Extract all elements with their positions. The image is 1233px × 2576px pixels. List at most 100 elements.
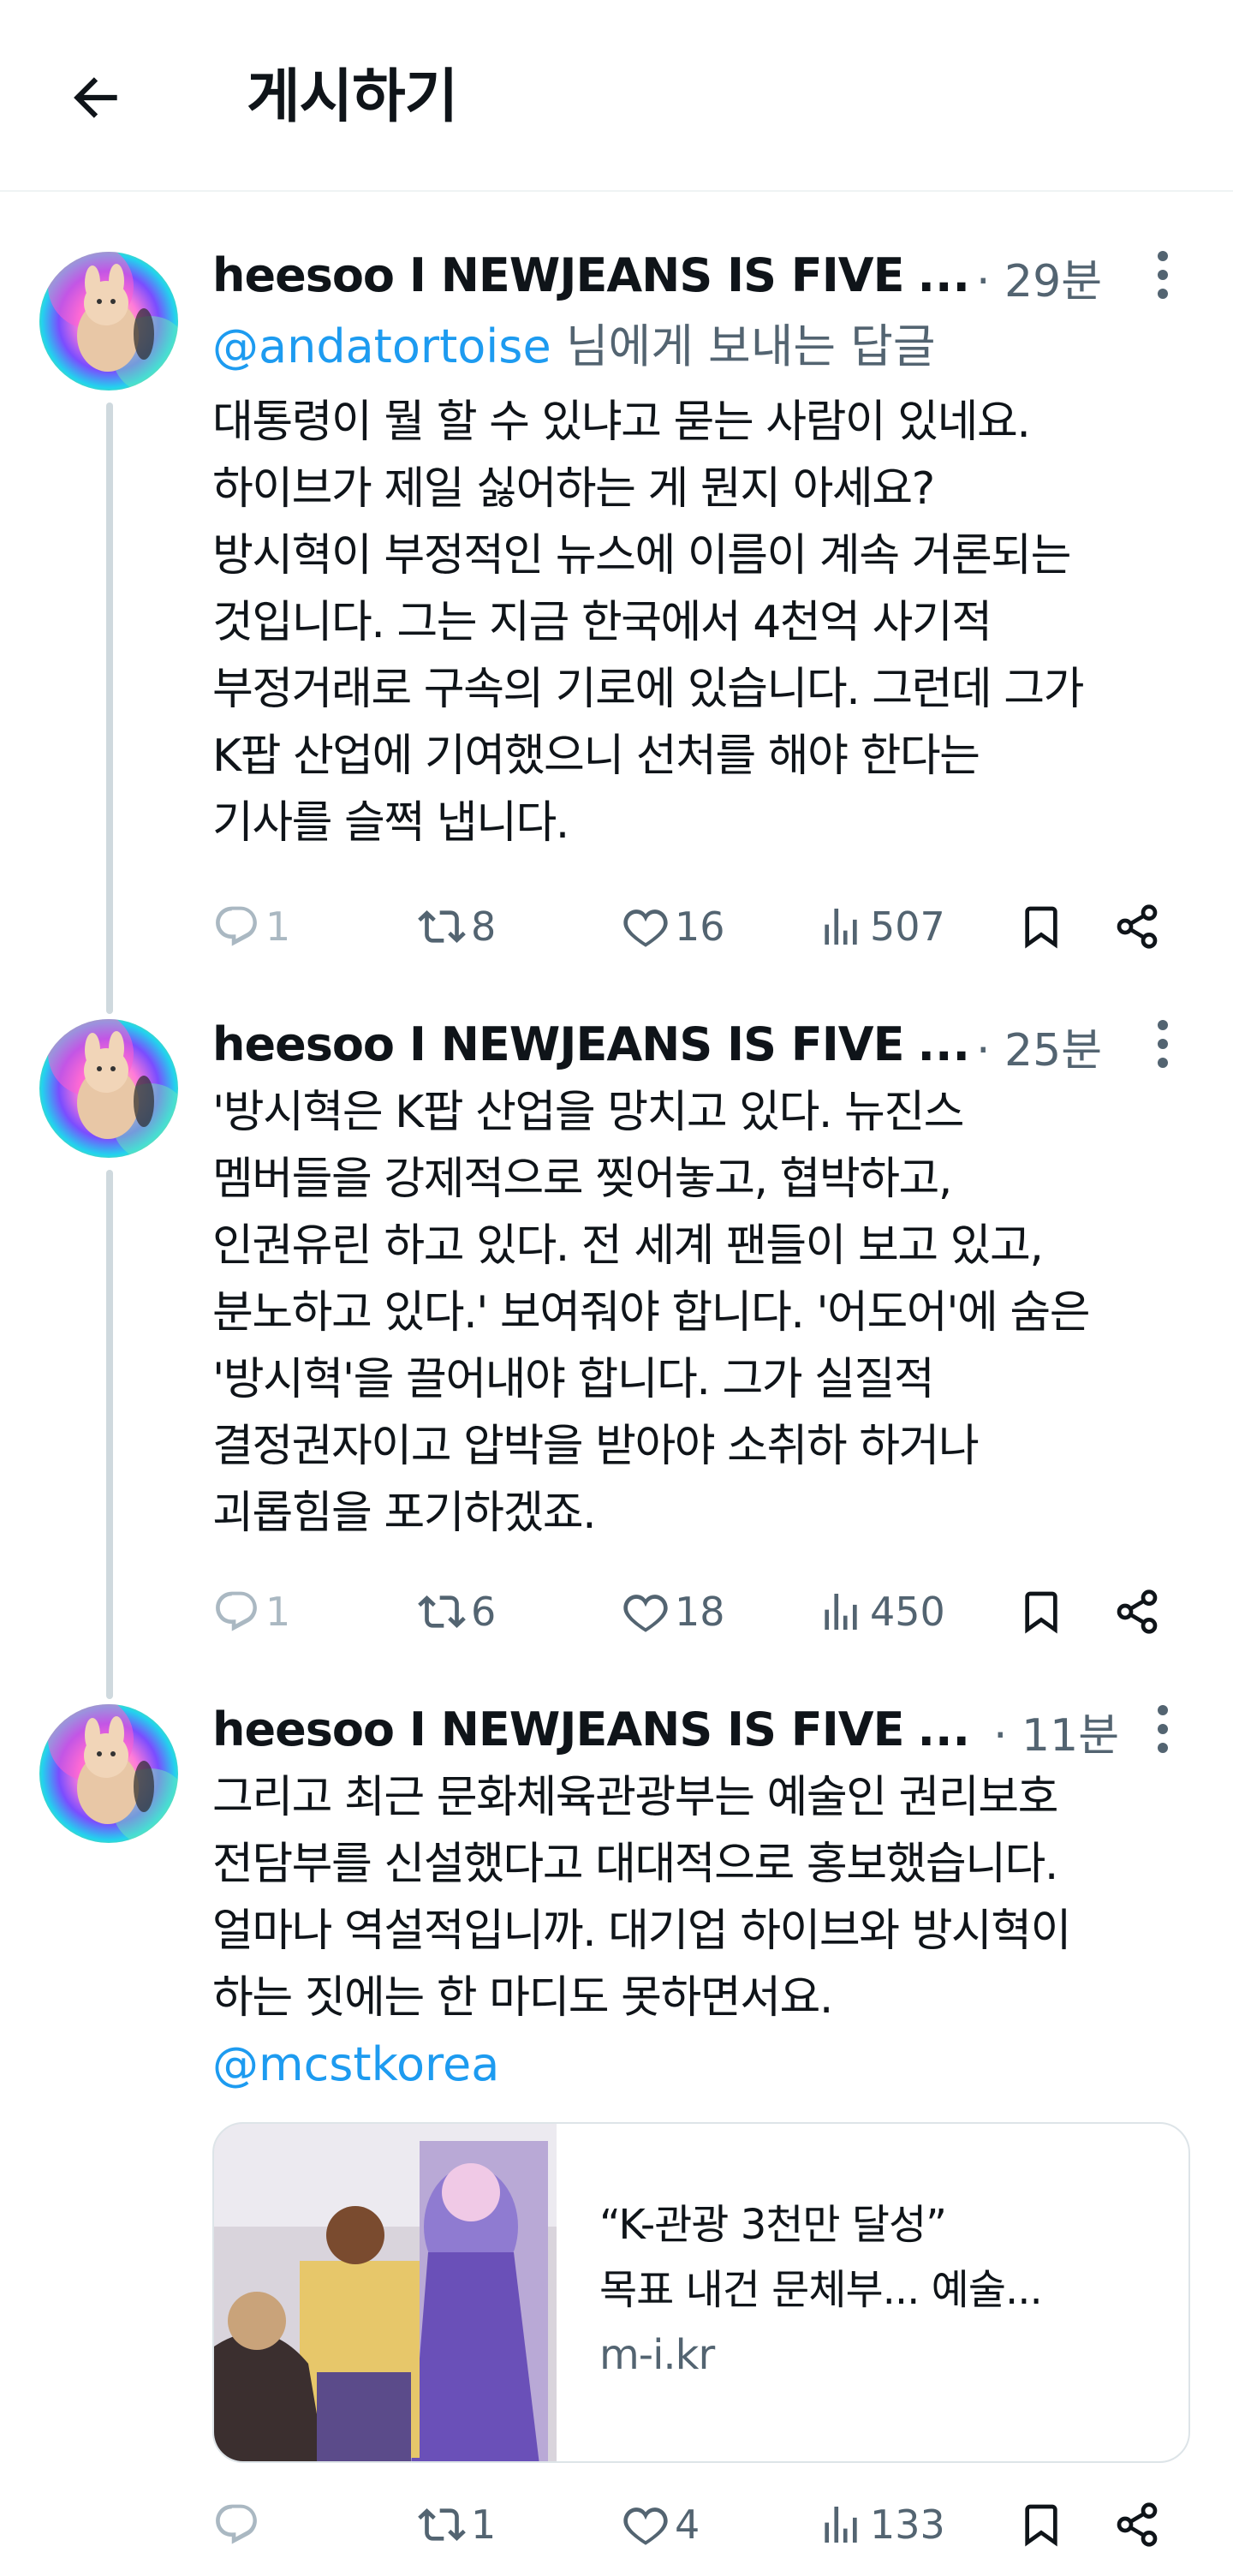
avatar[interactable]: [39, 1704, 178, 1843]
text-line: 그리고 최근 문화체육관광부는 예술인 권리보호: [212, 1772, 1058, 1823]
share-button[interactable]: [1113, 2490, 1161, 2559]
repost-button[interactable]: 8: [418, 892, 496, 961]
reply-button[interactable]: [212, 2490, 265, 2559]
avatar[interactable]: [39, 1019, 178, 1158]
bookmark-icon: [1017, 1588, 1065, 1636]
view-count: 133: [870, 2501, 945, 2548]
text-line: 얼마나 역설적입니까. 대기업 하이브와 방시혁이: [212, 1905, 1071, 1957]
share-icon: [1113, 2501, 1161, 2549]
text-line: 부정거래로 구속의 기로에 있습니다. 그런데 그가: [212, 664, 1084, 715]
post-1[interactable]: heesoo I NEWJEANS IS FIVE ... · 29분 @and…: [0, 192, 1233, 1014]
repost-button[interactable]: 6: [418, 1577, 496, 1646]
dot-icon: [1158, 1058, 1168, 1068]
name-ellipsis: ...: [917, 1702, 971, 1756]
link-domain: m-i.kr: [599, 2331, 715, 2379]
display-name[interactable]: heesoo I NEWJEANS IS FIVE: [212, 1702, 904, 1756]
views-button[interactable]: 450: [817, 1577, 945, 1646]
text-line: 괴롭힘을 포기하겠죠.: [212, 1488, 597, 1539]
post-time[interactable]: · 25분: [976, 1014, 1102, 1078]
text-line: 하는 짓에는 한 마디도 못하면서요.: [212, 1972, 833, 2024]
top-bar: 게시하기: [0, 0, 1233, 192]
more-options-button[interactable]: [1139, 1014, 1187, 1074]
reply-button[interactable]: 1: [212, 892, 290, 961]
back-button[interactable]: [60, 62, 132, 134]
like-button[interactable]: 16: [622, 892, 725, 961]
like-count: 18: [675, 1589, 725, 1635]
text-line: '방시혁'을 끌어내야 합니다. 그가 실질적: [212, 1354, 935, 1405]
text-line: 방시혁이 부정적인 뉴스에 이름이 계속 거론되는: [212, 530, 1071, 581]
text-line: 것입니다. 그는 지금 한국에서 4천억 사기적: [212, 597, 992, 648]
arrow-left-icon: [74, 77, 117, 118]
link-description: 목표 내건 문체부... 예술...: [599, 2266, 1043, 2314]
post-2[interactable]: heesoo I NEWJEANS IS FIVE ... · 25분 '방시혁…: [0, 1014, 1233, 1699]
repost-count: 1: [471, 2501, 497, 2548]
reply-button[interactable]: 1: [212, 1577, 290, 1646]
display-name[interactable]: heesoo I NEWJEANS IS FIVE: [212, 248, 904, 302]
thumbnail-image: [214, 2124, 557, 2461]
reply-icon: [212, 2501, 260, 2549]
heart-icon: [622, 2501, 670, 2549]
dot-icon: [1158, 1743, 1168, 1753]
display-name[interactable]: heesoo I NEWJEANS IS FIVE: [212, 1017, 904, 1071]
view-count: 450: [870, 1589, 945, 1635]
page-title: 게시하기: [247, 63, 458, 131]
views-button[interactable]: 507: [817, 892, 945, 961]
link-preview-card[interactable]: “K-관광 3천만 달성” 목표 내건 문체부... 예술... m-i.kr: [212, 2122, 1190, 2463]
reply-to-handle[interactable]: @andatortoise: [212, 319, 551, 373]
text-line: 대통령이 뭘 할 수 있냐고 묻는 사람이 있네요.: [212, 397, 1031, 448]
bookmark-button[interactable]: [1017, 892, 1065, 961]
bar-chart-icon: [817, 903, 865, 951]
link-thumbnail: [214, 2124, 557, 2461]
repost-button[interactable]: 1: [418, 2490, 496, 2559]
bookmark-icon: [1017, 2501, 1065, 2549]
reply-icon: [212, 903, 260, 951]
action-bar: 1 8 16 507: [212, 892, 1188, 961]
dot-icon: [1158, 270, 1168, 280]
like-count: 16: [675, 903, 725, 950]
reply-icon: [212, 1588, 260, 1636]
mention-link[interactable]: @mcstkorea: [212, 2031, 499, 2098]
post-text: '방시혁은 K팝 산업을 망치고 있다. 뉴진스 멤버들을 강제적으로 찢어놓고…: [212, 1079, 1188, 1547]
text-line: 기사를 슬쩍 냅니다.: [212, 797, 569, 849]
post-text: 그리고 최근 문화체육관광부는 예술인 권리보호 전담부를 신설했다고 대대적으…: [212, 1764, 1188, 2031]
thread-connector: [106, 1170, 113, 1699]
post-3[interactable]: heesoo I NEWJEANS IS FIVE ... · 11분 그리고 …: [0, 1699, 1233, 2576]
text-line: 멤버들을 강제적으로 찢어놓고, 협박하고,: [212, 1154, 952, 1205]
like-button[interactable]: 18: [622, 1577, 725, 1646]
share-button[interactable]: [1113, 1577, 1161, 1646]
dot-icon: [1158, 1020, 1168, 1030]
text-line: 전담부를 신설했다고 대대적으로 홍보했습니다.: [212, 1839, 1058, 1890]
post-time[interactable]: · 29분: [976, 245, 1102, 309]
bar-chart-icon: [817, 1588, 865, 1636]
bookmark-button[interactable]: [1017, 2490, 1065, 2559]
more-options-button[interactable]: [1139, 1699, 1187, 1759]
link-title: “K-관광 3천만 달성”: [599, 2201, 947, 2249]
text-line: 하이브가 제일 싫어하는 게 뭔지 아세요?: [212, 463, 935, 515]
repost-count: 8: [471, 903, 497, 950]
reply-to-suffix: 님에게 보내는 답글: [551, 319, 936, 373]
link-text: “K-관광 3천만 달성” 목표 내건 문체부... 예술... m-i.kr: [599, 2192, 1164, 2388]
like-button[interactable]: 4: [622, 2490, 700, 2559]
heart-icon: [622, 903, 670, 951]
heart-icon: [622, 1588, 670, 1636]
post-time[interactable]: · 11분: [993, 1699, 1119, 1763]
like-count: 4: [675, 2501, 700, 2548]
share-icon: [1113, 1588, 1161, 1636]
replying-to: @andatortoise 님에게 보내는 답글: [212, 317, 936, 377]
thread-connector: [106, 402, 113, 1014]
action-bar: 1 6 18 450: [212, 1577, 1188, 1646]
share-button[interactable]: [1113, 892, 1161, 961]
profile-photo: [39, 1019, 178, 1158]
view-count: 507: [870, 903, 945, 950]
bookmark-button[interactable]: [1017, 1577, 1065, 1646]
profile-photo: [39, 1704, 178, 1843]
share-icon: [1113, 903, 1161, 951]
more-options-button[interactable]: [1139, 245, 1187, 305]
dot-icon: [1158, 1724, 1168, 1734]
repost-icon: [418, 1588, 466, 1636]
bookmark-icon: [1017, 903, 1065, 951]
avatar[interactable]: [39, 252, 178, 391]
views-button[interactable]: 133: [817, 2490, 945, 2559]
repost-icon: [418, 2501, 466, 2549]
name-ellipsis: ...: [917, 1017, 971, 1071]
